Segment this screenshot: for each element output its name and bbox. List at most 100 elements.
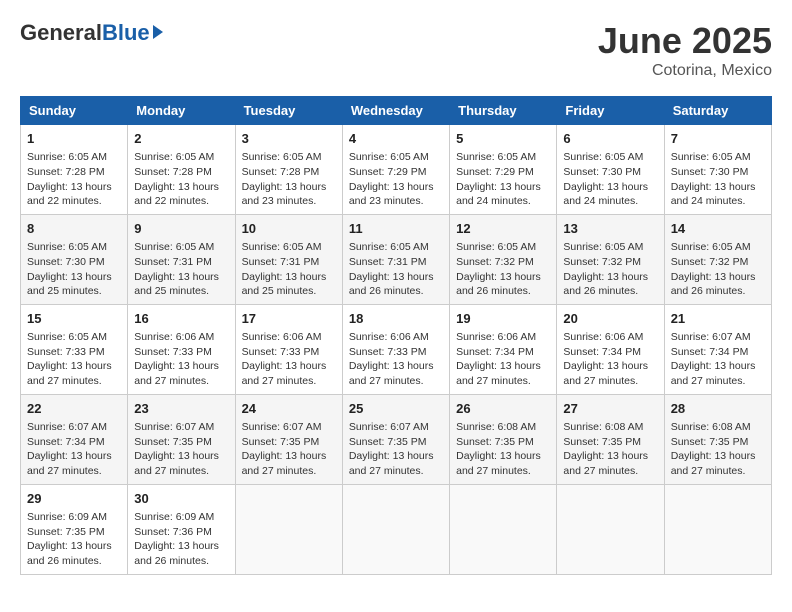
calendar-table: Sunday Monday Tuesday Wednesday Thursday… [20, 96, 772, 575]
sunrise-text: Sunrise: 6:07 AM [134, 421, 214, 433]
table-row: 7Sunrise: 6:05 AMSunset: 7:30 PMDaylight… [664, 125, 771, 215]
day-number: 12 [456, 220, 550, 238]
location-subtitle: Cotorina, Mexico [598, 62, 772, 80]
daylight-text: Daylight: 13 hours and 26 minutes. [134, 540, 219, 567]
sunset-text: Sunset: 7:33 PM [27, 346, 105, 358]
calendar-row: 15Sunrise: 6:05 AMSunset: 7:33 PMDayligh… [21, 304, 772, 394]
day-number: 16 [134, 310, 228, 328]
sunrise-text: Sunrise: 6:09 AM [27, 511, 107, 523]
table-row: 19Sunrise: 6:06 AMSunset: 7:34 PMDayligh… [450, 304, 557, 394]
sunrise-text: Sunrise: 6:05 AM [134, 151, 214, 163]
daylight-text: Daylight: 13 hours and 23 minutes. [349, 181, 434, 208]
sunset-text: Sunset: 7:31 PM [242, 256, 320, 268]
table-row: 15Sunrise: 6:05 AMSunset: 7:33 PMDayligh… [21, 304, 128, 394]
daylight-text: Daylight: 13 hours and 27 minutes. [671, 450, 756, 477]
logo-general-text: General [20, 20, 102, 46]
sunrise-text: Sunrise: 6:06 AM [134, 331, 214, 343]
calendar-row: 8Sunrise: 6:05 AMSunset: 7:30 PMDaylight… [21, 214, 772, 304]
day-number: 24 [242, 400, 336, 418]
table-row [450, 484, 557, 574]
table-row [342, 484, 449, 574]
sunrise-text: Sunrise: 6:05 AM [242, 151, 322, 163]
day-number: 27 [563, 400, 657, 418]
sunrise-text: Sunrise: 6:05 AM [671, 241, 751, 253]
sunset-text: Sunset: 7:29 PM [456, 166, 534, 178]
daylight-text: Daylight: 13 hours and 25 minutes. [27, 271, 112, 298]
col-saturday: Saturday [664, 97, 771, 125]
daylight-text: Daylight: 13 hours and 27 minutes. [242, 360, 327, 387]
sunrise-text: Sunrise: 6:08 AM [456, 421, 536, 433]
table-row: 24Sunrise: 6:07 AMSunset: 7:35 PMDayligh… [235, 394, 342, 484]
sunset-text: Sunset: 7:34 PM [27, 436, 105, 448]
sunset-text: Sunset: 7:34 PM [671, 346, 749, 358]
sunrise-text: Sunrise: 6:05 AM [456, 151, 536, 163]
sunset-text: Sunset: 7:33 PM [349, 346, 427, 358]
daylight-text: Daylight: 13 hours and 24 minutes. [456, 181, 541, 208]
day-number: 11 [349, 220, 443, 238]
daylight-text: Daylight: 13 hours and 27 minutes. [134, 360, 219, 387]
daylight-text: Daylight: 13 hours and 26 minutes. [349, 271, 434, 298]
sunrise-text: Sunrise: 6:08 AM [563, 421, 643, 433]
sunrise-text: Sunrise: 6:07 AM [671, 331, 751, 343]
table-row: 29Sunrise: 6:09 AMSunset: 7:35 PMDayligh… [21, 484, 128, 574]
table-row: 3Sunrise: 6:05 AMSunset: 7:28 PMDaylight… [235, 125, 342, 215]
daylight-text: Daylight: 13 hours and 27 minutes. [456, 450, 541, 477]
sunset-text: Sunset: 7:33 PM [242, 346, 320, 358]
table-row: 1Sunrise: 6:05 AMSunset: 7:28 PMDaylight… [21, 125, 128, 215]
table-row: 22Sunrise: 6:07 AMSunset: 7:34 PMDayligh… [21, 394, 128, 484]
table-row [664, 484, 771, 574]
table-row: 12Sunrise: 6:05 AMSunset: 7:32 PMDayligh… [450, 214, 557, 304]
sunrise-text: Sunrise: 6:05 AM [27, 241, 107, 253]
daylight-text: Daylight: 13 hours and 27 minutes. [134, 450, 219, 477]
table-row: 16 Sunrise: 6:06 AM Sunset: 7:33 PM Dayligh… [128, 304, 235, 394]
sunset-text: Sunset: 7:32 PM [456, 256, 534, 268]
page-header: General Blue June 2025 Cotorina, Mexico [20, 20, 772, 80]
day-number: 13 [563, 220, 657, 238]
day-number: 14 [671, 220, 765, 238]
day-number: 17 [242, 310, 336, 328]
daylight-text: Daylight: 13 hours and 27 minutes. [349, 360, 434, 387]
table-row: 25Sunrise: 6:07 AMSunset: 7:35 PMDayligh… [342, 394, 449, 484]
calendar-row: 29Sunrise: 6:09 AMSunset: 7:35 PMDayligh… [21, 484, 772, 574]
table-row: 9Sunrise: 6:05 AMSunset: 7:31 PMDaylight… [128, 214, 235, 304]
sunset-text: Sunset: 7:32 PM [563, 256, 641, 268]
daylight-text: Daylight: 13 hours and 26 minutes. [671, 271, 756, 298]
sunrise-text: Sunrise: 6:06 AM [242, 331, 322, 343]
month-title: June 2025 [598, 20, 772, 62]
table-row: 8Sunrise: 6:05 AMSunset: 7:30 PMDaylight… [21, 214, 128, 304]
daylight-text: Daylight: 13 hours and 22 minutes. [134, 181, 219, 208]
sunset-text: Sunset: 7:35 PM [134, 436, 212, 448]
sunrise-text: Sunrise: 6:09 AM [134, 511, 214, 523]
sunrise-text: Sunrise: 6:05 AM [349, 241, 429, 253]
daylight-text: Daylight: 13 hours and 27 minutes. [349, 450, 434, 477]
sunset-text: Sunset: 7:35 PM [456, 436, 534, 448]
daylight-text: Daylight: 13 hours and 25 minutes. [134, 271, 219, 298]
day-number: 19 [456, 310, 550, 328]
table-row: 5Sunrise: 6:05 AMSunset: 7:29 PMDaylight… [450, 125, 557, 215]
day-number: 22 [27, 400, 121, 418]
table-row [235, 484, 342, 574]
table-row: 21Sunrise: 6:07 AMSunset: 7:34 PMDayligh… [664, 304, 771, 394]
day-number: 9 [134, 220, 228, 238]
sunrise-text: Sunrise: 6:05 AM [27, 151, 107, 163]
sunrise-text: Sunrise: 6:08 AM [671, 421, 751, 433]
col-wednesday: Wednesday [342, 97, 449, 125]
table-row: 27Sunrise: 6:08 AMSunset: 7:35 PMDayligh… [557, 394, 664, 484]
sunrise-text: Sunrise: 6:06 AM [456, 331, 536, 343]
logo-arrow-icon [153, 25, 163, 39]
sunrise-text: Sunrise: 6:07 AM [27, 421, 107, 433]
table-row [557, 484, 664, 574]
table-row: 14Sunrise: 6:05 AMSunset: 7:32 PMDayligh… [664, 214, 771, 304]
table-row: 6Sunrise: 6:05 AMSunset: 7:30 PMDaylight… [557, 125, 664, 215]
sunrise-text: Sunrise: 6:05 AM [671, 151, 751, 163]
day-number: 20 [563, 310, 657, 328]
table-row: 30Sunrise: 6:09 AMSunset: 7:36 PMDayligh… [128, 484, 235, 574]
day-number: 10 [242, 220, 336, 238]
sunset-text: Sunset: 7:33 PM [134, 346, 212, 358]
sunset-text: Sunset: 7:28 PM [134, 166, 212, 178]
table-row: 20Sunrise: 6:06 AMSunset: 7:34 PMDayligh… [557, 304, 664, 394]
day-number: 15 [27, 310, 121, 328]
day-number: 7 [671, 130, 765, 148]
day-number: 3 [242, 130, 336, 148]
daylight-text: Daylight: 13 hours and 27 minutes. [563, 360, 648, 387]
